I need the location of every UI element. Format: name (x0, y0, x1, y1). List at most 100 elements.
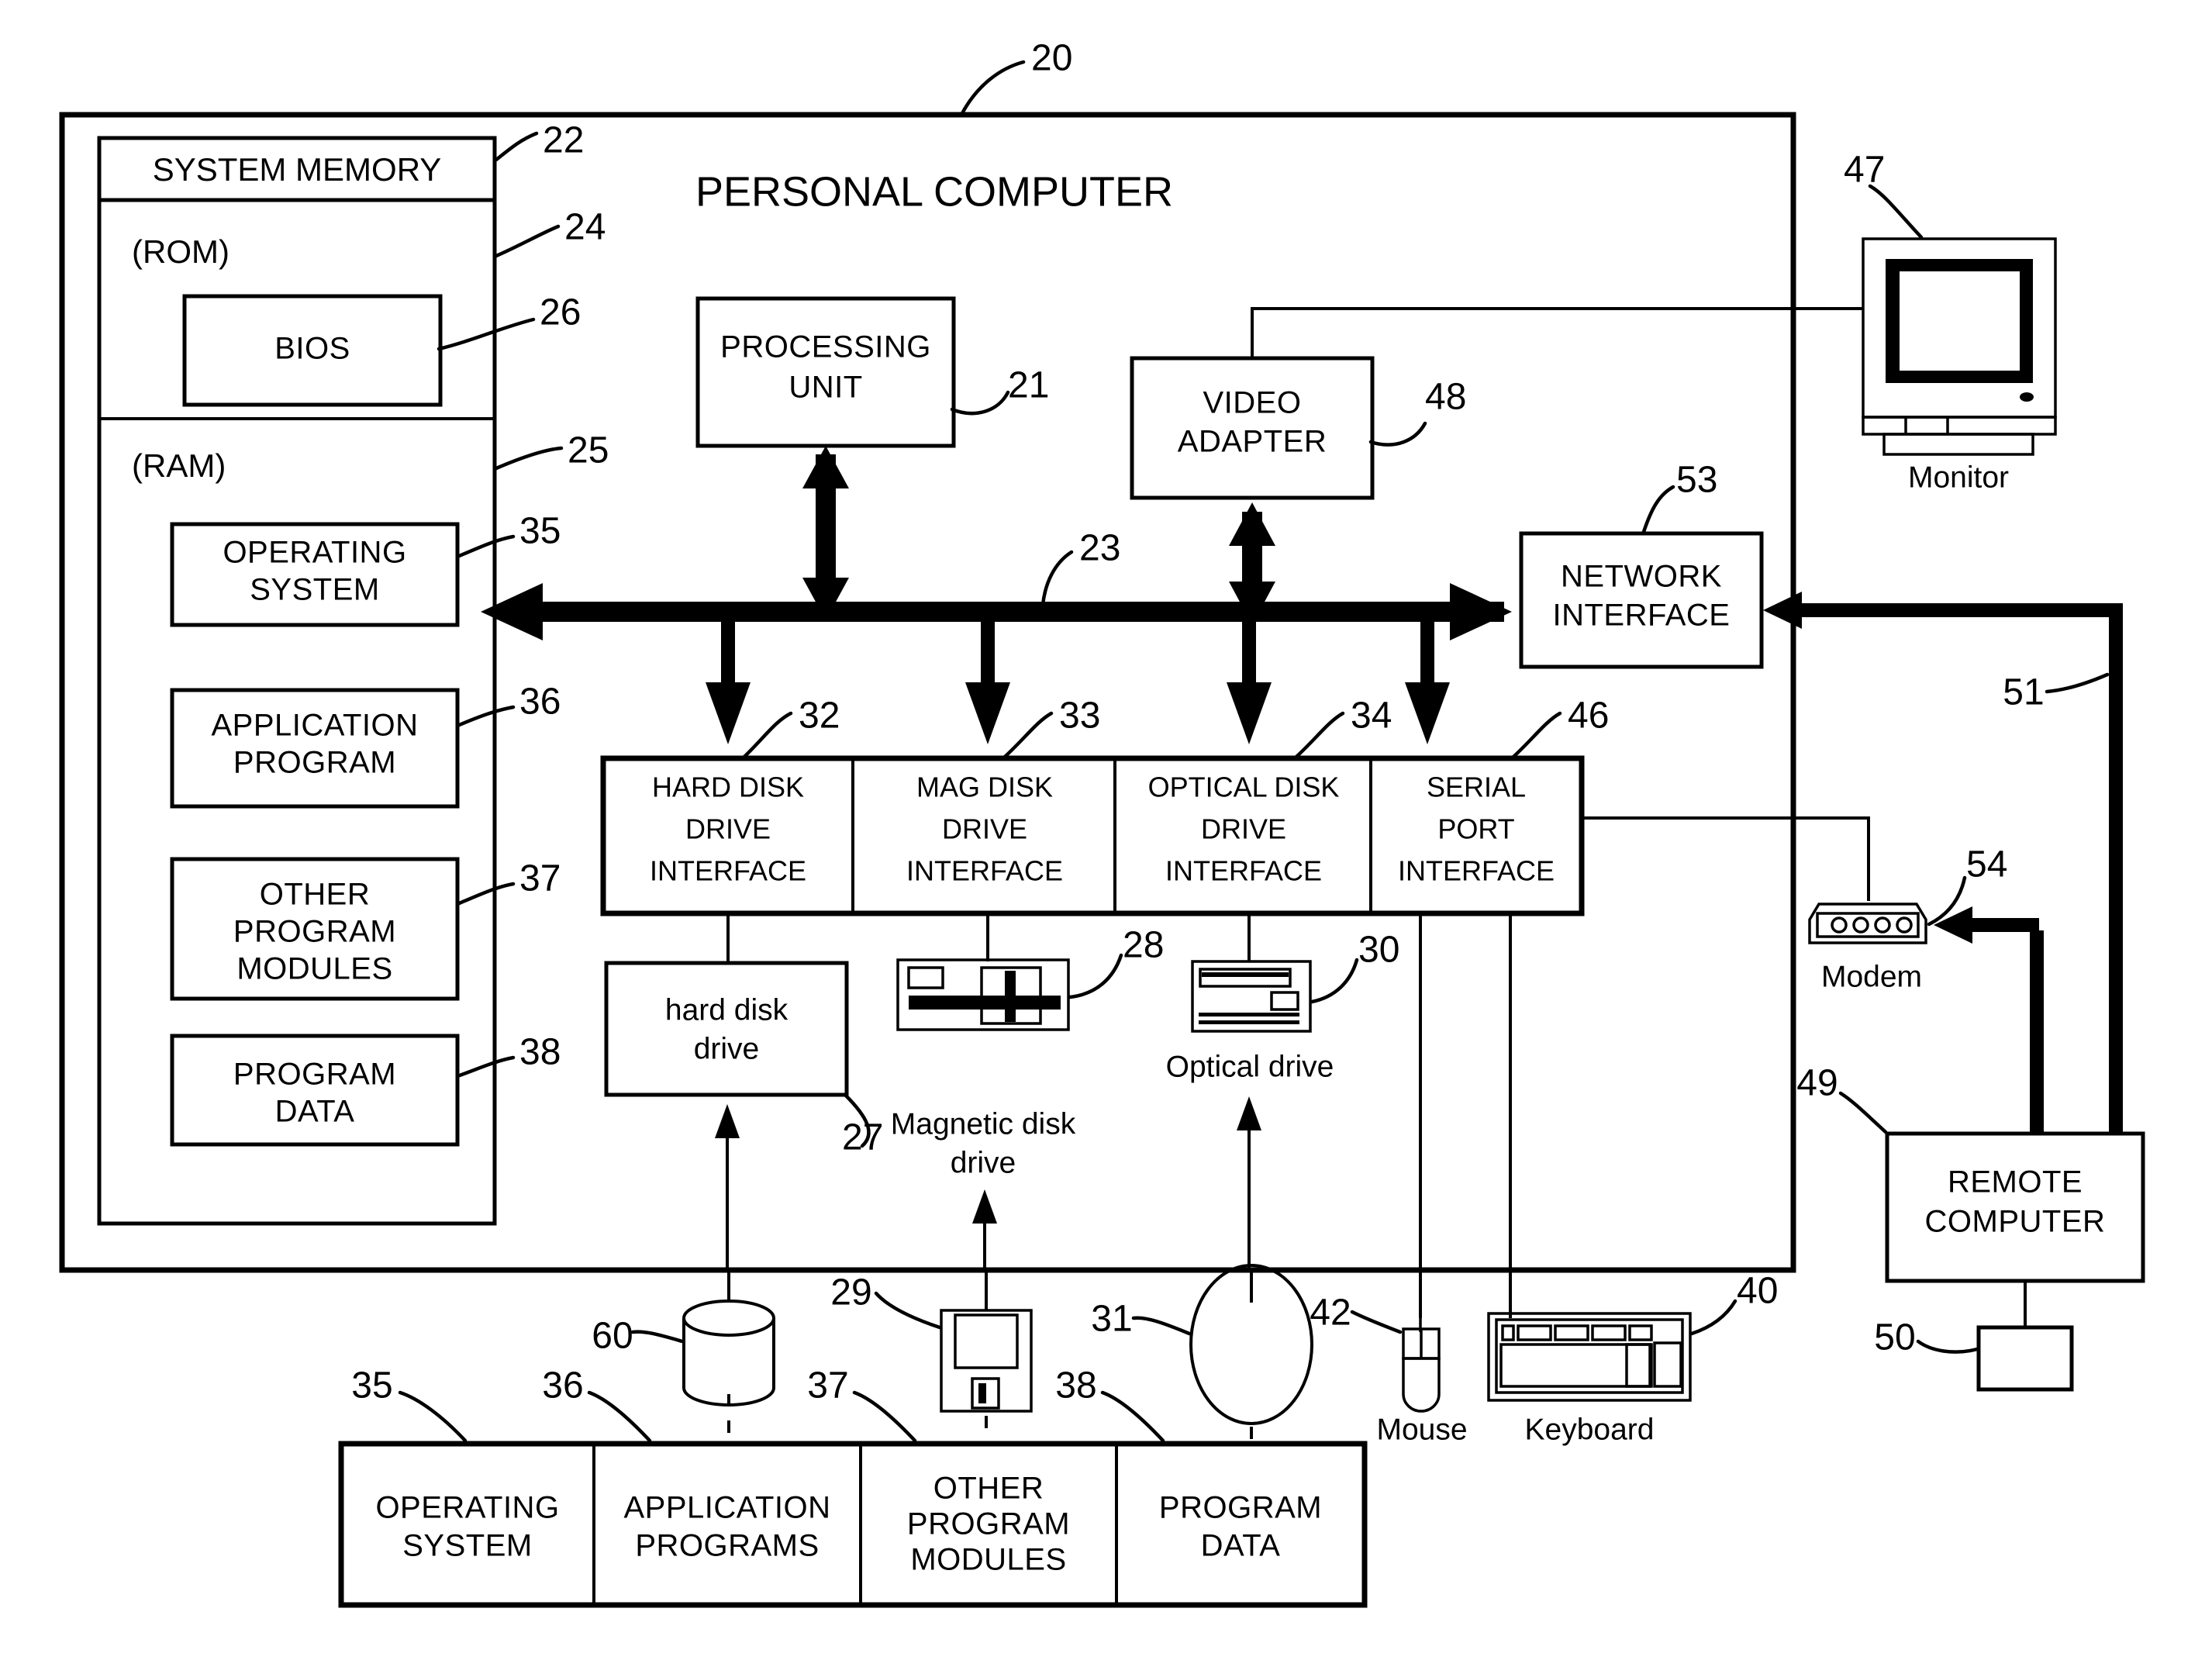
ref-35-ram: 35 (519, 511, 561, 552)
ref-30: 30 (1358, 930, 1399, 971)
system-memory-header: SYSTEM MEMORY (153, 151, 442, 188)
bus-drop-hard-disk (706, 620, 751, 744)
mouse-label: Mouse (1376, 1413, 1467, 1446)
optical-drive-label: Optical drive (1166, 1050, 1334, 1083)
iface-3-line1: SERIAL (1427, 771, 1526, 803)
magnetic-disk-drive-icon (896, 958, 1070, 1031)
iface-3-line2: PORT (1437, 813, 1514, 845)
ref-36-storage: 36 (542, 1365, 583, 1407)
serial-to-modem-line (1582, 816, 1870, 901)
leader-34 (1294, 711, 1345, 759)
remote-memory-box (1976, 1325, 2074, 1392)
modem-icon (1808, 903, 1927, 944)
leader-35-storage (398, 1390, 468, 1443)
storage-2-line1: OTHER (933, 1472, 1044, 1506)
leader-50 (1916, 1339, 1979, 1354)
monitor-label: Monitor (1908, 461, 2009, 494)
modem-label: Modem (1821, 960, 1922, 993)
cpu-bus-connector (802, 446, 849, 620)
ref-22: 22 (543, 120, 584, 161)
hard-disk-platter-icon (682, 1300, 775, 1407)
hard-disk-drive-box (604, 961, 849, 1097)
iface-1-line2: DRIVE (942, 813, 1027, 845)
leader-32 (742, 711, 793, 759)
ref-36-ram: 36 (519, 682, 561, 723)
leader-46 (1511, 711, 1562, 759)
storage-1-line2: PROGRAMS (635, 1529, 819, 1563)
monitor-icon (1862, 237, 2057, 456)
leader-49 (1838, 1091, 1888, 1134)
ram-item-0-line2: SYSTEM (250, 573, 379, 607)
ref-54: 54 (1966, 844, 2007, 885)
iface-2-line2: DRIVE (1201, 813, 1286, 845)
ref-38-ram: 38 (519, 1032, 561, 1073)
leader-42 (1350, 1310, 1403, 1334)
remote-computer-line2: COMPUTER (1925, 1205, 2106, 1239)
leader-25 (494, 446, 564, 471)
leader-38-storage (1100, 1390, 1165, 1443)
page-title: PERSONAL COMPUTER (695, 168, 1173, 215)
ref-42: 42 (1310, 1293, 1351, 1334)
ref-20: 20 (1031, 38, 1072, 79)
network-interface-line2: INTERFACE (1553, 599, 1731, 633)
leader-29 (874, 1291, 942, 1330)
hard-disk-drive-line2: drive (694, 1032, 760, 1065)
storage-2-line2: PROGRAM (907, 1507, 1070, 1541)
ref-26: 26 (540, 292, 581, 333)
leader-47 (1868, 184, 1924, 240)
storage-2-line3: MODULES (910, 1543, 1066, 1577)
iface-1-line1: MAG DISK (916, 771, 1053, 803)
leader-24 (494, 224, 561, 258)
remote-computer-line1: REMOTE (1948, 1165, 2083, 1199)
ref-25: 25 (568, 430, 609, 471)
processing-unit-line2: UNIT (789, 371, 862, 405)
leader-36-storage (587, 1390, 652, 1443)
leader-37-storage (852, 1390, 917, 1443)
leader-48 (1368, 421, 1427, 447)
ref-40: 40 (1737, 1271, 1778, 1312)
hdd-media-arrow (715, 1104, 740, 1272)
ref-48: 48 (1425, 377, 1466, 418)
leader-23 (1040, 550, 1074, 607)
ram-item-3-line2: DATA (275, 1095, 355, 1129)
magnetic-disk-drive-line1: Magnetic disk (891, 1107, 1076, 1141)
storage-1-line1: APPLICATION (623, 1491, 830, 1525)
bus-drop-serial-port (1405, 620, 1450, 744)
ref-60: 60 (592, 1316, 633, 1357)
video-adapter-line2: ADAPTER (1178, 425, 1327, 459)
leader-53 (1641, 485, 1675, 534)
ref-32: 32 (799, 695, 840, 737)
storage-0-line1: OPERATING (375, 1491, 559, 1525)
ref-29: 29 (830, 1272, 871, 1313)
ref-37-storage: 37 (807, 1365, 848, 1407)
processing-unit-line1: PROCESSING (720, 330, 931, 364)
ram-item-3-line1: PROGRAM (233, 1058, 396, 1092)
ref-31: 31 (1091, 1299, 1132, 1340)
optical-media-arrow (1237, 1096, 1261, 1272)
iface-3-line3: INTERFACE (1398, 855, 1555, 887)
leader-30 (1310, 958, 1359, 1004)
keyboard-label: Keyboard (1525, 1413, 1655, 1446)
leader-21 (950, 390, 1010, 416)
ref-37-ram: 37 (519, 858, 561, 899)
ref-21: 21 (1008, 365, 1049, 406)
iface-0-line1: HARD DISK (652, 771, 804, 803)
video-adapter-line1: VIDEO (1203, 386, 1302, 420)
storage-0-line2: SYSTEM (402, 1529, 532, 1563)
ref-38-storage: 38 (1055, 1365, 1096, 1407)
keyboard-icon (1487, 1312, 1692, 1402)
hard-disk-drive-line1: hard disk (665, 993, 789, 1027)
ref-34: 34 (1351, 695, 1392, 737)
video-to-monitor-line (1251, 307, 1863, 358)
iface-1-line3: INTERFACE (906, 855, 1063, 887)
ref-47: 47 (1844, 150, 1885, 191)
leader-31 (1131, 1316, 1192, 1336)
ref-24: 24 (564, 207, 606, 248)
ram-item-2-line2: PROGRAM (233, 915, 396, 949)
leader-28 (1068, 953, 1123, 999)
ram-label: (RAM) (132, 447, 226, 484)
floppy-media-arrow (972, 1189, 997, 1272)
ram-item-1-line1: APPLICATION (211, 709, 418, 743)
leader-51 (2045, 672, 2110, 694)
ref-33: 33 (1059, 695, 1100, 737)
